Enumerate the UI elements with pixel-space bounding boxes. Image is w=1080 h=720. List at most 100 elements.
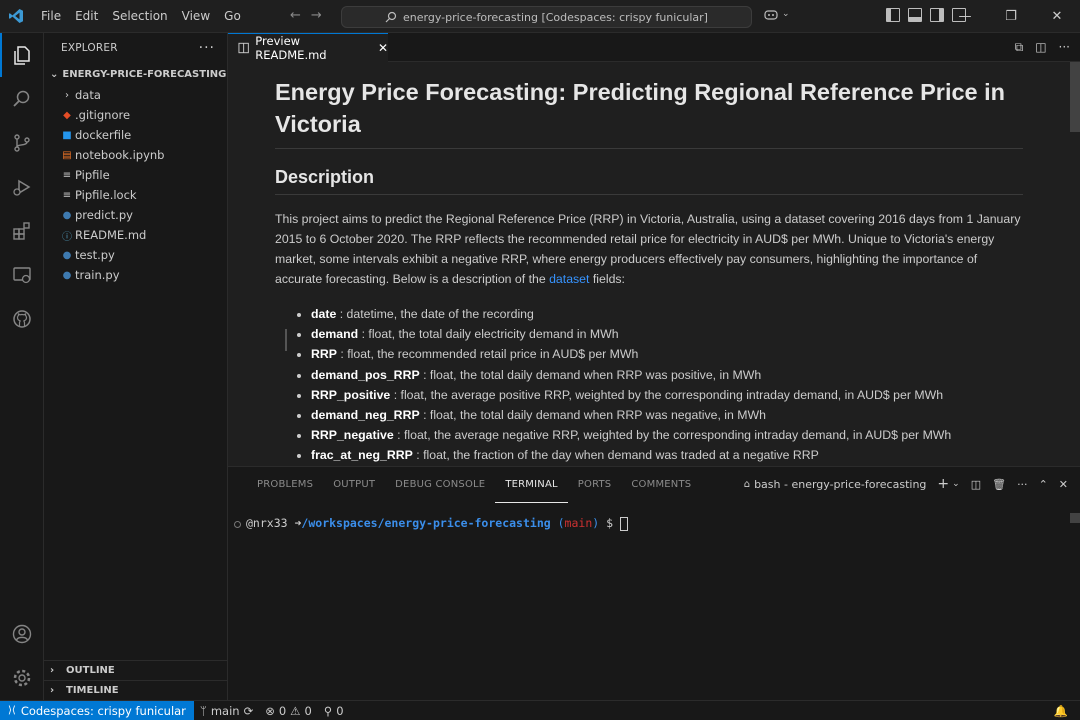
notifications-bell-icon[interactable]: 🔔: [1054, 704, 1068, 718]
sync-icon[interactable]: ⟳: [244, 704, 254, 718]
field-item: demand_pos_RRP : float, the total daily …: [311, 365, 1023, 385]
terminal-name: bash - energy-price-forecasting: [754, 477, 927, 491]
terminal-cursor: [620, 516, 628, 531]
split-terminal-icon[interactable]: ◫: [971, 478, 981, 491]
remote-icon: ⟩⟨: [8, 705, 16, 716]
maximize-panel-icon[interactable]: ⌃: [1039, 478, 1048, 491]
fields-list: date : datetime, the date of the recordi…: [275, 304, 1023, 466]
chevron-down-icon[interactable]: ⌄: [952, 479, 960, 489]
branch-label: main: [210, 703, 240, 718]
menu-file[interactable]: File: [34, 0, 68, 33]
dataset-link[interactable]: dataset: [549, 272, 589, 286]
file-tree-item[interactable]: ▤ notebook.ipynb: [44, 145, 227, 165]
timeline-section[interactable]: › TIMELINE: [44, 680, 228, 700]
copilot-menu[interactable]: ⌄: [764, 8, 790, 20]
back-arrow-icon[interactable]: ←: [290, 8, 301, 23]
field-description: : float, the average negative RRP, weigh…: [393, 428, 952, 443]
file-tree-item[interactable]: ● predict.py: [44, 205, 227, 225]
text-file-icon: ≡: [62, 189, 72, 201]
markdown-preview[interactable]: Energy Price Forecasting: Predicting Reg…: [228, 62, 1080, 466]
new-terminal-icon[interactable]: +: [937, 476, 949, 492]
file-tree-item[interactable]: ■ dockerfile: [44, 125, 227, 145]
open-source-icon[interactable]: ⧉: [1015, 40, 1024, 55]
toggle-sidebar-icon[interactable]: [886, 8, 900, 22]
restore-icon[interactable]: ❐: [988, 0, 1034, 33]
file-tree-label: notebook.ipynb: [75, 148, 165, 162]
terminal-scrollbar[interactable]: [1070, 513, 1080, 523]
tab-label: Preview README.md: [255, 34, 327, 62]
more-actions-icon[interactable]: ···: [199, 40, 215, 56]
remote-label: Codespaces: crispy funicular: [20, 703, 186, 718]
python-file-icon: ●: [62, 209, 72, 221]
branch-indicator[interactable]: ᛘ main ⟳: [194, 704, 259, 718]
remote-explorer-icon[interactable]: [0, 253, 44, 297]
field-name: RRP_negative: [311, 428, 394, 443]
ports-indicator[interactable]: ⚲ 0: [318, 704, 350, 718]
more-actions-icon[interactable]: ···: [1059, 40, 1070, 55]
field-description: : float, the average positive RRP, weigh…: [390, 387, 944, 402]
search-icon[interactable]: [0, 77, 44, 121]
terminal-icon: ⌂: [743, 478, 751, 490]
field-item: RRP : float, the recommended retail pric…: [311, 344, 1023, 364]
run-debug-icon[interactable]: [0, 165, 44, 209]
remote-indicator[interactable]: ⟩⟨ Codespaces: crispy funicular: [0, 700, 194, 720]
trash-icon[interactable]: 🗑: [992, 478, 1006, 491]
field-description: : float, the recommended retail price in…: [336, 347, 639, 362]
minimize-icon[interactable]: —: [942, 0, 988, 33]
workspace-root[interactable]: ⌄ ENERGY-PRICE-FORECASTING [C...: [44, 63, 227, 85]
terminal-selector[interactable]: ⌂ bash - energy-price-forecasting: [744, 478, 927, 491]
command-center-label: energy-price-forecasting [Codespaces: cr…: [403, 10, 708, 24]
file-tree-item[interactable]: ● train.py: [44, 265, 227, 285]
problems-indicator[interactable]: ⊗ 0 ⚠ 0: [259, 704, 318, 718]
tab-debug-console[interactable]: DEBUG CONSOLE: [385, 467, 495, 503]
account-icon[interactable]: [0, 612, 44, 656]
terminal-output[interactable]: @nrx33 ➜/workspaces/energy-price-forecas…: [246, 516, 628, 531]
file-tree-item[interactable]: ≡ Pipfile.lock: [44, 185, 227, 205]
field-name: date: [311, 307, 337, 321]
notebook-file-icon: ▤: [62, 149, 72, 161]
tab-problems[interactable]: PROBLEMS: [247, 467, 323, 503]
tab-output[interactable]: OUTPUT: [323, 467, 385, 503]
ports-count: 0: [336, 703, 344, 718]
file-tree-label: README.md: [75, 228, 147, 242]
split-editor-icon[interactable]: ◫: [1035, 40, 1046, 55]
extensions-icon[interactable]: [0, 209, 44, 253]
file-tree-item[interactable]: ◆ .gitignore: [44, 105, 227, 125]
file-tree-label: Pipfile.lock: [75, 188, 137, 202]
tab-preview-readme[interactable]: Preview README.md ✕: [228, 33, 388, 62]
toggle-panel-icon[interactable]: [908, 8, 922, 22]
close-tab-icon[interactable]: ✕: [378, 41, 388, 55]
description-heading: Description: [275, 167, 1023, 195]
field-item: demand : float, the total daily electric…: [311, 324, 1023, 344]
menu-go[interactable]: Go: [217, 0, 248, 33]
activity-bar: [0, 33, 44, 700]
menu-view[interactable]: View: [175, 0, 217, 33]
field-item: RRP_negative : float, the average negati…: [311, 425, 1023, 445]
github-icon[interactable]: [0, 297, 44, 341]
file-tree-item[interactable]: › data: [44, 85, 227, 105]
command-decoration-icon: [234, 521, 241, 528]
menu-selection[interactable]: Selection: [105, 0, 174, 33]
tab-terminal[interactable]: TERMINAL: [495, 467, 568, 503]
outline-section[interactable]: › OUTLINE: [44, 660, 228, 680]
field-description: : datetime, the date of the recording: [336, 307, 534, 321]
close-window-icon[interactable]: ✕: [1034, 0, 1080, 33]
file-tree-item[interactable]: ≡ Pipfile: [44, 165, 227, 185]
command-center[interactable]: energy-price-forecasting [Codespaces: cr…: [341, 6, 752, 28]
prompt-branch-close: ): [592, 516, 600, 530]
preview-scrollbar[interactable]: [1070, 62, 1080, 132]
forward-arrow-icon[interactable]: →: [311, 8, 322, 23]
menu-edit[interactable]: Edit: [68, 0, 105, 33]
file-tree-item[interactable]: ● test.py: [44, 245, 227, 265]
tab-comments[interactable]: COMMENTS: [621, 467, 701, 503]
file-tree-item[interactable]: ⓘ README.md: [44, 225, 227, 245]
more-actions-icon[interactable]: ···: [1017, 478, 1028, 491]
explorer-icon[interactable]: [0, 33, 44, 77]
prompt-branch: main: [564, 516, 593, 530]
title-bar: File Edit Selection View Go ← → energy-p…: [0, 0, 1080, 33]
close-panel-icon[interactable]: ✕: [1059, 478, 1068, 491]
file-tree-label: train.py: [75, 268, 120, 282]
tab-ports[interactable]: PORTS: [568, 467, 622, 503]
source-control-icon[interactable]: [0, 121, 44, 165]
settings-gear-icon[interactable]: [0, 656, 44, 700]
